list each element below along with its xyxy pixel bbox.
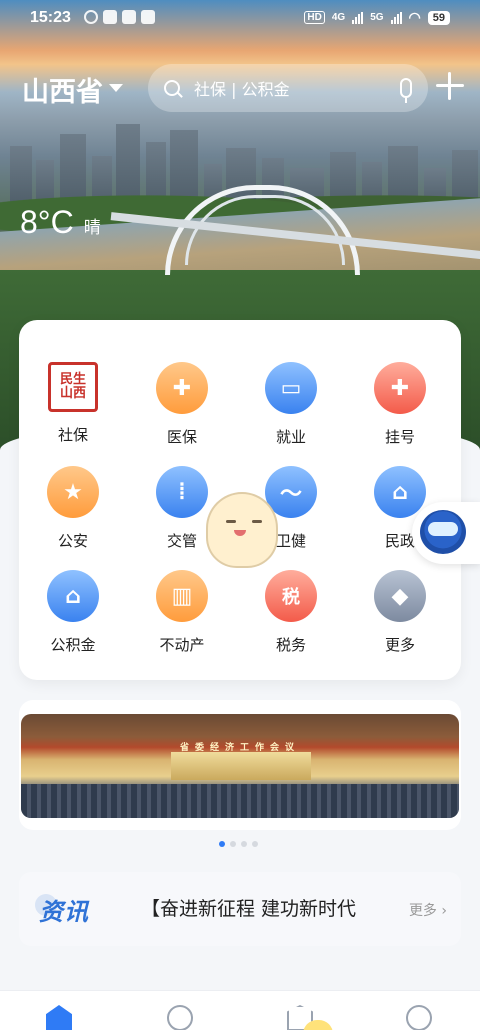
search-icon <box>164 80 180 96</box>
weather-widget: 8°C 晴 <box>20 204 101 241</box>
real-estate-building-icon: ▥ <box>156 570 208 622</box>
service-housing-fund[interactable]: ⌂ 公积金 <box>23 570 123 655</box>
signal-icon <box>352 11 364 24</box>
service-registration[interactable]: ✚ 挂号 <box>350 362 450 447</box>
microphone-icon[interactable] <box>400 78 412 103</box>
housing-fund-house-icon: ⌂ <box>47 570 99 622</box>
weather-condition: 晴 <box>83 218 101 238</box>
profile-icon[interactable] <box>406 1005 432 1030</box>
employment-briefcase-icon: ▭ <box>265 362 317 414</box>
medical-insurance-icon: ✚ <box>156 362 208 414</box>
service-more[interactable]: ◆ 更多 <box>350 570 450 655</box>
hd-voice-icon: HD <box>304 11 325 24</box>
service-real-estate[interactable]: ▥ 不动产 <box>132 570 232 655</box>
status-time: 15:23 <box>30 9 71 26</box>
bottom-tab-bar <box>0 990 480 1030</box>
carousel-dot <box>230 841 236 847</box>
more-apps-icon: ◆ <box>374 570 426 622</box>
notification-icon <box>84 10 98 24</box>
banner-image[interactable]: 省委经济工作会议 <box>21 714 459 818</box>
service-employment[interactable]: ▭ 就业 <box>241 362 341 447</box>
hospital-registration-icon: ✚ <box>374 362 426 414</box>
police-badge-icon: ★ <box>47 466 99 518</box>
news-more-link[interactable]: 更多 › <box>409 900 447 920</box>
service-social-security[interactable]: 民生山西 社保 <box>23 362 123 445</box>
app-notification-icon <box>141 10 155 24</box>
carousel-dot <box>252 841 258 847</box>
service-police[interactable]: ★ 公安 <box>23 466 123 551</box>
carousel-dot <box>241 841 247 847</box>
region-selector[interactable]: 山西省 <box>22 70 123 109</box>
assistant-robot-button[interactable] <box>412 502 480 564</box>
favorite-heart-icon[interactable] <box>167 1005 193 1030</box>
add-icon[interactable] <box>436 72 464 100</box>
tax-icon: 税 <box>265 570 317 622</box>
home-icon[interactable] <box>46 1005 72 1030</box>
app-notification-icon <box>103 10 117 24</box>
search-placeholder: 社保 | 公积金 <box>194 80 290 99</box>
news-ticker[interactable]: 资讯 【奋进新征程 建功新时代 更多 › <box>19 872 461 946</box>
battery-icon: 59 <box>427 10 450 25</box>
news-headline[interactable]: 【奋进新征程 建功新时代 <box>141 894 381 921</box>
caret-down-icon <box>109 83 123 92</box>
social-security-seal-icon: 民生山西 <box>48 362 98 412</box>
service-tax[interactable]: 税 税务 <box>241 570 341 655</box>
floating-mascot[interactable] <box>196 492 288 572</box>
region-label: 山西省 <box>22 77 103 108</box>
civil-affairs-people-icon: ⌂ <box>374 466 426 518</box>
temperature: 8°C <box>20 204 74 240</box>
banner-carousel[interactable]: 省委经济工作会议 <box>19 700 461 830</box>
wifi-icon: ◠ <box>408 9 421 25</box>
service-medical-insurance[interactable]: ✚ 医保 <box>132 362 232 447</box>
status-bar: 15:23 HD 4G 5G ◠ 59 <box>0 0 480 36</box>
app-notification-icon <box>122 10 136 24</box>
signal-icon <box>390 11 402 24</box>
carousel-dot <box>219 841 225 847</box>
carousel-indicator <box>219 841 258 847</box>
search-bar[interactable]: 社保 | 公积金 <box>148 64 428 112</box>
news-tag: 资讯 <box>35 892 89 927</box>
